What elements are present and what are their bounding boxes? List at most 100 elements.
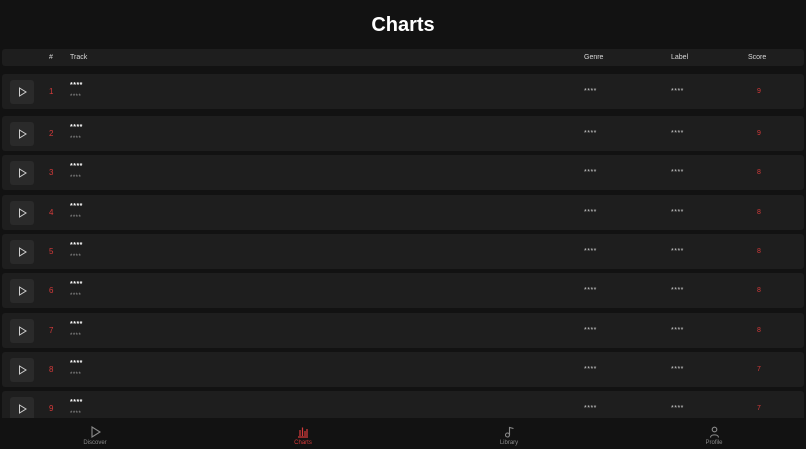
track-label: **** <box>671 287 684 294</box>
track-label: **** <box>671 405 684 412</box>
track-title[interactable]: **** <box>70 82 83 89</box>
track-genre: **** <box>584 169 597 176</box>
track-genre: **** <box>584 88 597 95</box>
header-genre: Genre <box>584 54 604 61</box>
play-icon <box>18 168 27 178</box>
play-button[interactable] <box>10 80 34 104</box>
track-rank: 6 <box>49 286 54 295</box>
track-score: 8 <box>757 327 761 334</box>
track-score: 9 <box>757 130 761 137</box>
track-title[interactable]: **** <box>70 242 83 249</box>
track-label: **** <box>671 88 684 95</box>
track-genre: **** <box>584 287 597 294</box>
nav-item-charts[interactable]: Charts <box>243 419 363 449</box>
track-label: **** <box>671 209 684 216</box>
track-artist[interactable]: **** <box>70 411 81 417</box>
track-score: 8 <box>757 248 761 255</box>
table-row[interactable]: 7 **** **** **** **** 8 <box>2 313 804 348</box>
track-title[interactable]: **** <box>70 321 83 328</box>
play-icon <box>90 426 101 438</box>
track-genre: **** <box>584 366 597 373</box>
track-title[interactable]: **** <box>70 124 83 131</box>
header-score: Score <box>748 54 767 61</box>
chart-list: 1 **** **** **** **** 9 2 **** **** **** **** 9 3 ***… <box>2 74 804 418</box>
user-icon <box>709 426 720 438</box>
track-label: **** <box>671 248 684 255</box>
track-score: 8 <box>757 169 761 176</box>
track-artist[interactable]: **** <box>70 333 81 339</box>
track-title[interactable]: **** <box>70 163 83 170</box>
track-artist[interactable]: **** <box>70 372 81 378</box>
track-rank: 3 <box>49 168 54 177</box>
play-icon <box>18 365 27 375</box>
play-button[interactable] <box>10 240 34 264</box>
play-icon <box>18 286 27 296</box>
track-genre: **** <box>584 248 597 255</box>
play-icon <box>18 247 27 257</box>
track-score: 8 <box>757 287 761 294</box>
track-label: **** <box>671 130 684 137</box>
table-row[interactable]: 2 **** **** **** **** 9 <box>2 116 804 151</box>
track-genre: **** <box>584 130 597 137</box>
track-title[interactable]: **** <box>70 399 83 406</box>
track-title[interactable]: **** <box>70 281 83 288</box>
play-button[interactable] <box>10 122 34 146</box>
header-track: Track <box>70 54 88 61</box>
track-title[interactable]: **** <box>70 360 83 367</box>
track-genre: **** <box>584 327 597 334</box>
track-rank: 5 <box>49 247 54 256</box>
track-score: 7 <box>757 405 761 412</box>
track-artist[interactable]: **** <box>70 293 81 299</box>
table-row[interactable]: 5 **** **** **** **** 8 <box>2 234 804 269</box>
music-note-icon <box>504 426 515 438</box>
track-rank: 2 <box>49 129 54 138</box>
nav-item-label: Discover <box>83 440 107 446</box>
table-row[interactable]: 3 **** **** **** **** 8 <box>2 155 804 190</box>
track-genre: **** <box>584 209 597 216</box>
table-header: # Track Genre Label Score <box>2 49 804 66</box>
bar-chart-icon <box>297 426 309 438</box>
track-label: **** <box>671 327 684 334</box>
table-row[interactable]: 1 **** **** **** **** 9 <box>2 74 804 109</box>
nav-item-discover[interactable]: Discover <box>35 419 155 449</box>
track-rank: 1 <box>49 87 54 96</box>
play-icon <box>18 129 27 139</box>
track-rank: 8 <box>49 365 54 374</box>
header-number: # <box>49 54 53 61</box>
track-artist[interactable]: **** <box>70 215 81 221</box>
nav-item-label: Profile <box>705 440 723 446</box>
track-artist[interactable]: **** <box>70 94 81 100</box>
play-button[interactable] <box>10 397 34 418</box>
header-label: Label <box>671 54 689 61</box>
play-button[interactable] <box>10 161 34 185</box>
track-genre: **** <box>584 405 597 412</box>
play-icon <box>18 208 27 218</box>
play-button[interactable] <box>10 358 34 382</box>
track-label: **** <box>671 169 684 176</box>
track-rank: 7 <box>49 326 54 335</box>
page-title: Charts <box>371 14 435 36</box>
track-rank: 4 <box>49 208 54 217</box>
bottom-nav: Discover Charts Library Profile <box>0 419 806 449</box>
track-rank: 9 <box>49 404 54 413</box>
play-button[interactable] <box>10 279 34 303</box>
track-title[interactable]: **** <box>70 203 83 210</box>
track-score: 7 <box>757 366 761 373</box>
track-artist[interactable]: **** <box>70 175 81 181</box>
track-artist[interactable]: **** <box>70 254 81 260</box>
table-row[interactable]: 8 **** **** **** **** 7 <box>2 352 804 387</box>
table-row[interactable]: 9 **** **** **** **** 7 <box>2 391 804 418</box>
track-score: 9 <box>757 88 761 95</box>
track-label: **** <box>671 366 684 373</box>
nav-item-label: Charts <box>294 440 312 446</box>
table-row[interactable]: 4 **** **** **** **** 8 <box>2 195 804 230</box>
nav-item-profile[interactable]: Profile <box>654 419 774 449</box>
nav-item-library[interactable]: Library <box>449 419 569 449</box>
track-score: 8 <box>757 209 761 216</box>
track-artist[interactable]: **** <box>70 136 81 142</box>
play-button[interactable] <box>10 319 34 343</box>
table-row[interactable]: 6 **** **** **** **** 8 <box>2 273 804 308</box>
play-icon <box>18 87 27 97</box>
play-icon <box>18 326 27 336</box>
play-button[interactable] <box>10 201 34 225</box>
